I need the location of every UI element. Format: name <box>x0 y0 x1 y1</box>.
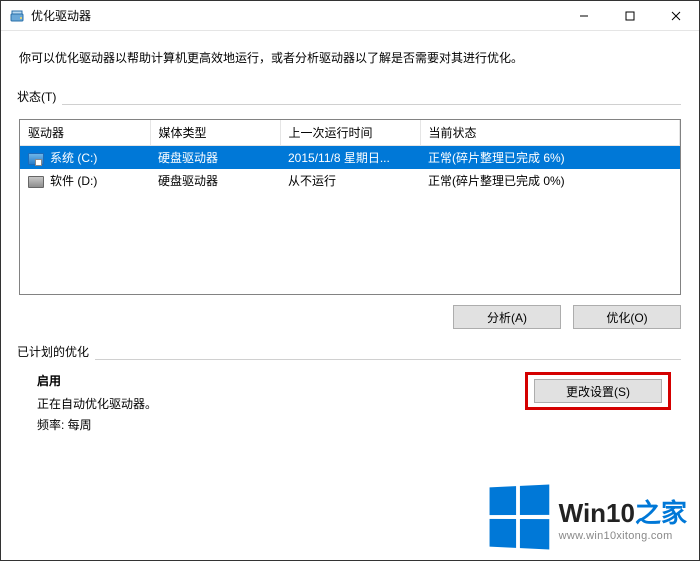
col-drive[interactable]: 驱动器 <box>20 120 150 146</box>
last-run: 从不运行 <box>280 169 420 192</box>
close-button[interactable] <box>653 1 699 30</box>
last-run: 2015/11/8 星期日... <box>280 146 420 170</box>
col-last-run[interactable]: 上一次运行时间 <box>280 120 420 146</box>
schedule-label: 已计划的优化 <box>17 343 95 360</box>
watermark-brand: Win10之家 <box>559 493 687 530</box>
app-icon <box>9 8 25 24</box>
optimize-button[interactable]: 优化(O) <box>573 305 681 329</box>
schedule-status-line: 正在自动优化驱动器。 <box>37 395 505 412</box>
status-label: 状态(T) <box>17 88 62 105</box>
change-settings-highlight: 更改设置(S) <box>525 372 671 410</box>
current-status: 正常(碎片整理已完成 0%) <box>420 169 680 192</box>
minimize-button[interactable] <box>561 1 607 30</box>
table-row[interactable]: 软件 (D:) 硬盘驱动器 从不运行 正常(碎片整理已完成 0%) <box>20 169 680 192</box>
window-title: 优化驱动器 <box>31 7 91 24</box>
window-controls <box>561 1 699 30</box>
maximize-button[interactable] <box>607 1 653 30</box>
schedule-frequency-line: 频率: 每周 <box>37 416 505 433</box>
hard-drive-icon <box>28 176 44 188</box>
schedule-section: 已计划的优化 启用 正在自动优化驱动器。 频率: 每周 更改设置(S) <box>19 351 681 447</box>
watermark: Win10之家 www.win10xitong.com <box>487 486 687 548</box>
col-current[interactable]: 当前状态 <box>420 120 680 146</box>
drive-name: 软件 (D:) <box>50 174 97 188</box>
description-text: 你可以优化驱动器以帮助计算机更高效地运行，或者分析驱动器以了解是否需要对其进行优… <box>19 49 681 66</box>
titlebar: 优化驱动器 <box>1 1 699 31</box>
system-drive-icon <box>28 153 44 165</box>
media-type: 硬盘驱动器 <box>150 169 280 192</box>
windows-logo-icon <box>489 484 549 549</box>
schedule-enabled-title: 启用 <box>37 372 505 389</box>
drive-name: 系统 (C:) <box>50 151 97 165</box>
status-section: 状态(T) 驱动器 媒体类型 上一次运行时间 当前状态 系统 (C:) 硬盘驱动… <box>19 96 681 329</box>
analyze-button[interactable]: 分析(A) <box>453 305 561 329</box>
table-row[interactable]: 系统 (C:) 硬盘驱动器 2015/11/8 星期日... 正常(碎片整理已完… <box>20 146 680 170</box>
change-settings-button[interactable]: 更改设置(S) <box>534 379 662 403</box>
drives-table[interactable]: 驱动器 媒体类型 上一次运行时间 当前状态 系统 (C:) 硬盘驱动器 2015… <box>19 119 681 295</box>
col-media[interactable]: 媒体类型 <box>150 120 280 146</box>
watermark-url: www.win10xitong.com <box>559 530 687 542</box>
current-status: 正常(碎片整理已完成 6%) <box>420 146 680 170</box>
media-type: 硬盘驱动器 <box>150 146 280 170</box>
